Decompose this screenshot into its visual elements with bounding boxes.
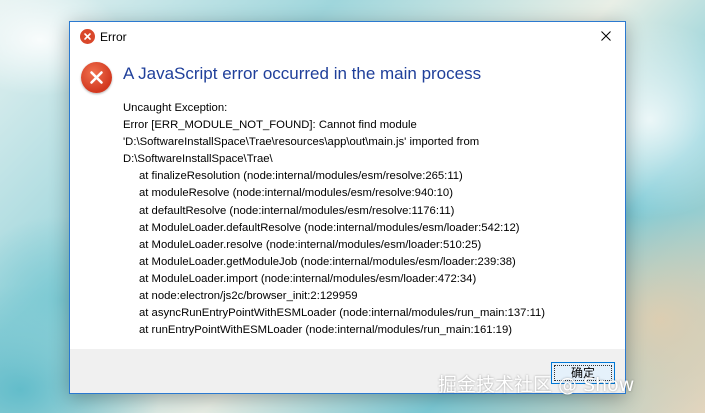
message-line: Error [ERR_MODULE_NOT_FOUND]: Cannot fin… xyxy=(123,119,417,132)
watermark: 掘金技术社区 @ Show xyxy=(438,374,635,396)
stack-trace-line: at asyncRunEntryPointWithESMLoader (node… xyxy=(139,307,546,320)
stack-trace-line: at ModuleLoader.getModuleJob (node:inter… xyxy=(139,255,516,268)
close-icon xyxy=(601,31,611,41)
message-line: D:\SoftwareInstallSpace\Trae\ xyxy=(123,153,273,166)
stack-trace-line: at ModuleLoader.import (node:internal/mo… xyxy=(139,272,477,285)
window-title: Error xyxy=(100,30,127,44)
close-button[interactable] xyxy=(587,22,625,50)
stack-trace-line: at defaultResolve (node:internal/modules… xyxy=(139,204,455,217)
stack-trace-line: at ModuleLoader.resolve (node:internal/m… xyxy=(139,238,482,251)
stack-trace-line: at ModuleLoader.defaultResolve (node:int… xyxy=(139,221,520,234)
message-line: 'D:\SoftwareInstallSpace\Trae\resources\… xyxy=(123,136,480,149)
stack-trace-line: at moduleResolve (node:internal/modules/… xyxy=(139,187,453,200)
error-message: Uncaught Exception: Error [ERR_MODULE_NO… xyxy=(123,100,618,339)
message-line: Uncaught Exception: xyxy=(123,102,228,114)
stack-trace-line: at node:electron/js2c/browser_init:2:129… xyxy=(139,290,358,303)
error-icon xyxy=(81,62,112,93)
error-heading: A JavaScript error occurred in the main … xyxy=(123,64,482,83)
stack-trace-line: at runEntryPointWithESMLoader (node:inte… xyxy=(139,324,513,337)
error-icon xyxy=(80,29,95,44)
stack-trace-line: at finalizeResolution (node:internal/mod… xyxy=(139,170,463,183)
error-dialog: Error A JavaScript error occurred in the… xyxy=(69,21,626,394)
title-bar: Error xyxy=(70,22,625,52)
